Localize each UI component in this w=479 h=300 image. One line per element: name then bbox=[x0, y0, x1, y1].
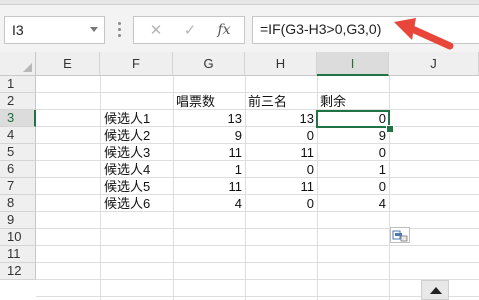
gridline bbox=[100, 76, 101, 300]
row-header-2[interactable]: 2 bbox=[0, 93, 36, 110]
column-header-j[interactable]: J bbox=[389, 52, 479, 76]
column-header-h[interactable]: H bbox=[245, 52, 317, 76]
row-header-11[interactable]: 11 bbox=[0, 246, 36, 263]
row-header-1[interactable]: 1 bbox=[0, 76, 36, 93]
row-header-6[interactable]: 6 bbox=[0, 161, 36, 178]
cell-f6[interactable]: 候选人4 bbox=[104, 161, 172, 178]
formula-buttons: ✕ ✓ fx bbox=[133, 16, 245, 44]
row-header-10[interactable]: 10 bbox=[0, 229, 36, 246]
cell-i8[interactable]: 4 bbox=[317, 195, 386, 212]
cell-g5[interactable]: 11 bbox=[173, 144, 243, 161]
cell-g4[interactable]: 9 bbox=[173, 127, 242, 144]
close-icon[interactable]: ✕ bbox=[146, 21, 166, 39]
cell-g6[interactable]: 1 bbox=[173, 161, 242, 178]
name-box-value: I3 bbox=[12, 22, 24, 38]
column-header-g[interactable]: G bbox=[173, 52, 245, 76]
cell-h7[interactable]: 11 bbox=[245, 178, 315, 195]
select-all-button[interactable] bbox=[0, 52, 36, 76]
active-cell-outline[interactable] bbox=[316, 110, 390, 128]
cell-h5[interactable]: 11 bbox=[245, 144, 315, 161]
cell-h8[interactable]: 0 bbox=[245, 195, 314, 212]
column-header-i[interactable]: I bbox=[317, 52, 389, 76]
cell-f4[interactable]: 候选人2 bbox=[104, 127, 172, 144]
cell-h3[interactable]: 13 bbox=[245, 110, 314, 127]
arrow-up-icon bbox=[430, 287, 442, 294]
check-icon[interactable]: ✓ bbox=[180, 21, 200, 39]
cell-f7[interactable]: 候选人5 bbox=[104, 178, 172, 195]
cell-i6[interactable]: 1 bbox=[317, 161, 386, 178]
scroll-up-button[interactable] bbox=[421, 280, 449, 300]
fill-handle[interactable] bbox=[386, 125, 394, 133]
row-header-12[interactable]: 12 bbox=[0, 263, 36, 280]
row-header-7[interactable]: 7 bbox=[0, 178, 36, 195]
row-header-9[interactable]: 9 bbox=[0, 212, 36, 229]
row-header-3[interactable]: 3 bbox=[0, 110, 36, 127]
cell-g2[interactable]: 唱票数 bbox=[176, 93, 244, 110]
cell-h2[interactable]: 前三名 bbox=[248, 93, 316, 110]
cell-h4[interactable]: 0 bbox=[245, 127, 314, 144]
row-header-4[interactable]: 4 bbox=[0, 127, 36, 144]
formula-text: =IF(G3-H3>0,G3,0) bbox=[260, 21, 382, 37]
paste-options-icon[interactable] bbox=[390, 227, 410, 243]
cell-h6[interactable]: 0 bbox=[245, 161, 314, 178]
cell-f3[interactable]: 候选人1 bbox=[104, 110, 172, 127]
cell-g8[interactable]: 4 bbox=[173, 195, 242, 212]
cell-g3[interactable]: 13 bbox=[173, 110, 242, 127]
cell-g7[interactable]: 11 bbox=[173, 178, 243, 195]
name-box[interactable]: I3 bbox=[4, 16, 105, 44]
column-header-f[interactable]: F bbox=[100, 52, 173, 76]
cell-i7[interactable]: 0 bbox=[317, 178, 386, 195]
row-header-5[interactable]: 5 bbox=[0, 144, 36, 161]
column-header-e[interactable]: E bbox=[36, 52, 100, 76]
ribbon-edge bbox=[0, 0, 479, 5]
row-header-8[interactable]: 8 bbox=[0, 195, 36, 212]
cell-i5[interactable]: 0 bbox=[317, 144, 386, 161]
splitter-handle[interactable] bbox=[118, 22, 121, 38]
cell-i4[interactable]: 9 bbox=[317, 127, 386, 144]
annotation-arrow-icon bbox=[394, 18, 454, 50]
cell-i2[interactable]: 剩余 bbox=[320, 93, 388, 110]
cell-f8[interactable]: 候选人6 bbox=[104, 195, 172, 212]
chevron-down-icon[interactable] bbox=[90, 27, 98, 32]
cell-f5[interactable]: 候选人3 bbox=[104, 144, 172, 161]
insert-function-icon[interactable]: fx bbox=[214, 21, 234, 39]
